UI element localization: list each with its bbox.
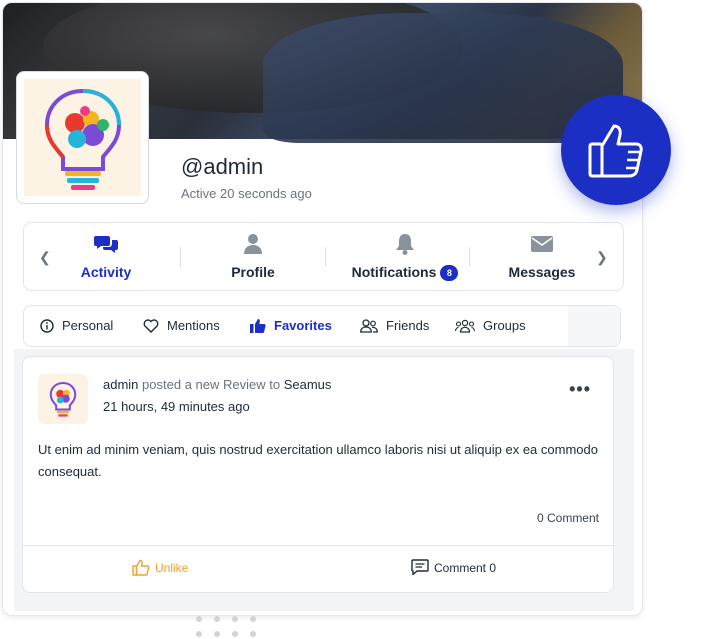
subnav-mentions-label: Mentions xyxy=(167,318,220,333)
tab-notifications-label: Notifications xyxy=(351,264,437,280)
post-timestamp[interactable]: 21 hours, 49 minutes ago xyxy=(103,399,250,414)
tab-profile-label: Profile xyxy=(231,264,275,280)
profile-nav: ❮ Activity Profile Notifications 8 Messa… xyxy=(23,222,624,291)
friends-icon xyxy=(360,318,378,333)
tab-activity[interactable]: Activity xyxy=(36,231,176,280)
unlike-button[interactable]: Unlike xyxy=(132,559,188,576)
like-badge xyxy=(561,95,671,205)
info-icon xyxy=(40,318,54,333)
nav-next-arrow-icon[interactable]: ❯ xyxy=(596,249,608,266)
lightbulb-logo-icon xyxy=(44,88,121,190)
tab-profile[interactable]: Profile xyxy=(183,231,323,280)
subnav-mentions[interactable]: Mentions xyxy=(143,318,220,333)
unlike-label: Unlike xyxy=(155,560,189,575)
post-target-link[interactable]: Seamus xyxy=(284,377,332,392)
subnav-friends-label: Friends xyxy=(386,318,430,333)
bell-icon xyxy=(396,234,414,255)
lightbulb-logo-icon xyxy=(49,381,77,417)
subnav-personal-label: Personal xyxy=(62,318,114,333)
profile-username: @admin xyxy=(181,154,264,179)
subnav-groups[interactable]: Groups xyxy=(455,318,526,333)
thumbs-up-outline-icon xyxy=(588,124,643,178)
subnav-favorites[interactable]: Favorites xyxy=(250,318,332,333)
user-icon xyxy=(244,234,262,254)
profile-subnav: Personal Mentions Favorites Friends Grou… xyxy=(23,305,621,347)
decorative-dot-grid xyxy=(196,615,260,639)
tab-activity-label: Activity xyxy=(80,264,132,280)
subnav-friends[interactable]: Friends xyxy=(360,318,429,333)
thumbs-up-icon xyxy=(132,559,150,576)
subnav-groups-label: Groups xyxy=(483,318,526,333)
post-header: admin posted a new Review to Seamus xyxy=(103,377,331,392)
comment-label: Comment 0 xyxy=(434,560,497,575)
post-body: Ut enim ad minim veniam, quis nostrud ex… xyxy=(38,442,598,479)
thumbs-up-icon xyxy=(250,319,266,333)
heart-icon xyxy=(143,318,159,333)
post-more-options-icon[interactable]: ••• xyxy=(569,379,591,400)
comment-button[interactable]: Comment 0 xyxy=(411,559,496,576)
tab-messages[interactable]: Messages xyxy=(472,231,612,280)
post-author-link[interactable]: admin xyxy=(103,377,138,392)
comment-icon xyxy=(411,559,429,576)
subnav-personal[interactable]: Personal xyxy=(40,318,113,333)
profile-active-status: Active 20 seconds ago xyxy=(181,186,312,201)
activity-post: admin posted a new Review to Seamus 21 h… xyxy=(22,356,614,593)
envelope-icon xyxy=(531,236,553,252)
profile-avatar[interactable] xyxy=(16,71,149,204)
tab-notifications[interactable]: Notifications 8 xyxy=(330,231,480,282)
post-action-text: posted a new Review to xyxy=(142,377,281,392)
post-author-avatar[interactable] xyxy=(38,374,88,424)
tab-messages-label: Messages xyxy=(508,264,576,280)
groups-icon xyxy=(455,319,475,333)
post-comment-count: 0 Comment xyxy=(536,511,599,525)
subnav-favorites-label: Favorites xyxy=(274,318,332,333)
chat-bubbles-icon xyxy=(94,236,118,253)
notifications-count-badge: 8 xyxy=(440,265,459,282)
